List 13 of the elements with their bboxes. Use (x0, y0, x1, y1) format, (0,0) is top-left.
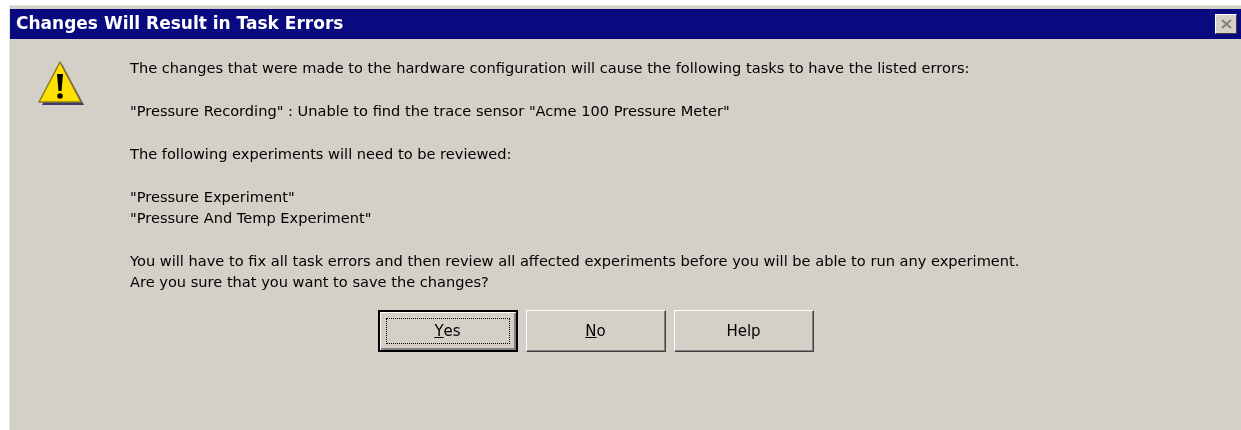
message-text: "Pressure And Temp Experiment" (130, 208, 373, 228)
message-text: The changes that were made to the hardware configuration will cause the following tasks to have the listed errors: (130, 58, 971, 78)
message-text: You will have to fix all task errors and then review all affected experiments before you will be able to run any experiment. (130, 251, 1020, 271)
dialog-button[interactable]: No (525, 310, 666, 352)
close-icon (1220, 19, 1232, 29)
dialog-button[interactable]: Yes (377, 310, 518, 352)
window-title: Changes Will Result in Task Errors (16, 12, 344, 36)
message-text: The following experiments will need to be reviewed: (130, 144, 513, 164)
message-text: Are you sure that you want to save the changes? (130, 272, 490, 292)
message-text: "Pressure Recording" : Unable to find the trace sensor "Acme 100 Pressure Meter" (130, 101, 731, 121)
warning-icon (36, 59, 84, 107)
message-text: "Pressure Experiment" (130, 187, 296, 207)
dialog-button[interactable]: Help (673, 310, 814, 352)
